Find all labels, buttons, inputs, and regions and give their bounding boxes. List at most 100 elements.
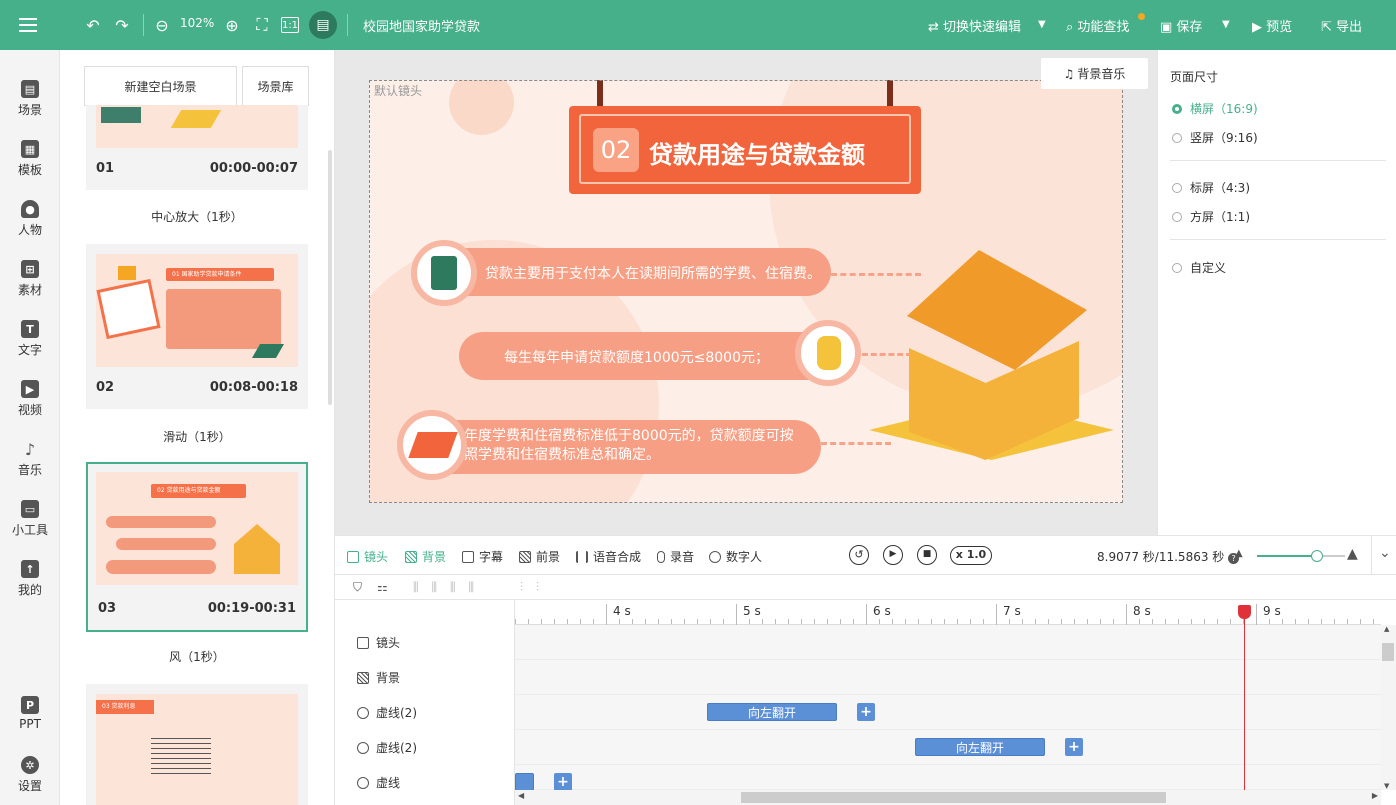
actual-size-icon[interactable]: 1:1: [281, 17, 299, 33]
track-background[interactable]: 背景: [335, 660, 515, 695]
save-label: 保存: [1176, 20, 1203, 35]
save-button[interactable]: ▣ 保存: [1160, 16, 1202, 35]
align-icons[interactable]: ⫼⫼⫼⫼: [413, 580, 487, 595]
preview-button[interactable]: ▶ 预览: [1252, 16, 1292, 35]
scene-scrollbar[interactable]: [328, 150, 332, 405]
track-dashed-line-3[interactable]: 虚线: [335, 765, 515, 800]
tts-tool[interactable]: 语音合成: [576, 548, 641, 565]
digital-human-tool[interactable]: 数字人: [709, 548, 762, 565]
divider: [143, 14, 144, 36]
radio-square[interactable]: 方屏（1:1): [1172, 208, 1250, 225]
camera-tool[interactable]: 镜头: [347, 548, 388, 565]
zoom-in-timeline-icon[interactable]: ▲: [1347, 546, 1358, 562]
stop-icon[interactable]: ■: [917, 545, 937, 565]
distribute-icons[interactable]: ⫶⫶: [520, 580, 552, 595]
clip-flip-left[interactable]: 向左翻开: [915, 738, 1045, 756]
export-button[interactable]: ⇱ 导出: [1321, 16, 1362, 35]
horizontal-scrollbar[interactable]: ◀ ▶: [515, 790, 1381, 805]
filter-icon[interactable]: ⛉: [353, 580, 362, 595]
camera-frame[interactable]: [369, 80, 1123, 503]
nav-label: 我的: [17, 583, 42, 597]
layers-icon[interactable]: ⚏: [377, 580, 388, 594]
scroll-up-icon[interactable]: ▲: [1384, 625, 1389, 633]
add-animation-button[interactable]: +: [554, 773, 572, 791]
replay-icon[interactable]: ↺: [849, 545, 869, 565]
track-camera[interactable]: 镜头: [335, 625, 515, 660]
lane-background[interactable]: [515, 660, 1381, 695]
clip-flip-left[interactable]: 向左翻开: [707, 703, 837, 721]
nav-music[interactable]: ♪ 音乐: [0, 430, 60, 486]
scene-card-01[interactable]: 01 00:00-00:07: [86, 105, 308, 190]
scene-time: 00:19-00:31: [207, 601, 296, 616]
scrollbar-thumb[interactable]: [741, 792, 1166, 803]
playhead-handle[interactable]: [1238, 605, 1251, 619]
lane-dashed-line-1[interactable]: 向左翻开 +: [515, 695, 1381, 730]
collapse-icon[interactable]: ⌄: [1379, 545, 1391, 561]
background-tool[interactable]: 背景: [405, 548, 446, 565]
clip-partial[interactable]: [515, 773, 534, 791]
slider-knob[interactable]: [1310, 550, 1323, 562]
redo-icon[interactable]: ↷: [111, 14, 133, 36]
lane-dashed-line-3[interactable]: +: [515, 765, 1381, 791]
radio-standard[interactable]: 标屏（4:3): [1172, 179, 1250, 196]
time-ruler[interactable]: 4 s 5 s 6 s 7 s 8 s 9 s: [515, 600, 1381, 626]
scrollbar-thumb[interactable]: [1382, 643, 1394, 661]
tool-label: 数字人: [726, 550, 763, 564]
find-button[interactable]: ⌕ 功能查找: [1066, 16, 1129, 35]
nav-label: 模板: [17, 163, 42, 177]
new-blank-scene-button[interactable]: 新建空白场景: [84, 66, 237, 106]
document-title[interactable]: 校园地国家助学贷款: [363, 16, 480, 35]
scene-transition[interactable]: 中心放大（1秒）: [86, 208, 308, 225]
scene-card-02[interactable]: 01 国家助学贷款申请条件 02 00:08-00:18: [86, 244, 308, 409]
add-animation-button[interactable]: +: [1065, 738, 1083, 756]
track-dashed-line-1[interactable]: 虚线(2): [335, 695, 515, 730]
nav-settings[interactable]: ✲ 设置: [0, 746, 60, 802]
record-tool[interactable]: 录音: [657, 548, 694, 565]
add-animation-button[interactable]: +: [857, 703, 875, 721]
menu-icon[interactable]: [17, 14, 39, 36]
page-size-title: 页面尺寸: [1170, 70, 1219, 84]
nav-video[interactable]: ▶ 视频: [0, 370, 60, 426]
playhead[interactable]: [1238, 605, 1251, 795]
track-dashed-line-2[interactable]: 虚线(2): [335, 730, 515, 765]
subtitle-editor-icon[interactable]: ▤: [309, 11, 337, 39]
scene-library-button[interactable]: 场景库: [242, 66, 309, 106]
nav-mine[interactable]: ↑ 我的: [0, 550, 60, 606]
radio-landscape[interactable]: 横屏（16:9): [1172, 100, 1258, 117]
scroll-down-icon[interactable]: ▼: [1384, 782, 1389, 790]
nav-scene[interactable]: ▤ 场景: [0, 70, 60, 126]
chevron-down-icon[interactable]: ▼: [1222, 19, 1230, 30]
nav-template[interactable]: ▦ 模板: [0, 130, 60, 186]
lane-dashed-line-2[interactable]: 向左翻开 +: [515, 730, 1381, 765]
foreground-tool[interactable]: 前景: [519, 548, 560, 565]
bg-music-button[interactable]: ♫ 背景音乐: [1041, 58, 1148, 89]
scene-card-03-selected[interactable]: 02 贷款用途与贷款金额 03 00:19-00:31: [86, 462, 308, 632]
scene-card-04[interactable]: 03 贷款利息: [86, 684, 308, 805]
speed-button[interactable]: x 1.0: [950, 546, 992, 565]
scene-transition[interactable]: 风（1秒）: [86, 648, 308, 665]
vertical-scrollbar[interactable]: ▲ ▼: [1381, 625, 1396, 790]
chevron-down-icon[interactable]: ▼: [1038, 19, 1046, 30]
zoom-out-icon[interactable]: ⊖: [151, 14, 173, 36]
undo-icon[interactable]: ↶: [82, 14, 104, 36]
scene-number: 02: [96, 380, 115, 395]
nav-ppt[interactable]: P PPT: [0, 686, 60, 742]
lane-camera[interactable]: [515, 625, 1381, 660]
scroll-left-icon[interactable]: ◀: [518, 791, 524, 800]
nav-material[interactable]: ⊞ 素材: [0, 250, 60, 306]
zoom-out-timeline-icon[interactable]: ▲: [1235, 548, 1243, 559]
track-label: 背景: [376, 671, 401, 685]
radio-portrait[interactable]: 竖屏（9:16): [1172, 129, 1258, 146]
subtitle-tool[interactable]: 字幕: [462, 548, 503, 565]
scene-transition[interactable]: 滑动（1秒）: [86, 428, 308, 445]
radio-custom[interactable]: 自定义: [1172, 259, 1226, 276]
nav-person[interactable]: ● 人物: [0, 190, 60, 246]
play-icon[interactable]: ▶: [883, 545, 903, 565]
nav-tools[interactable]: ▭ 小工具: [0, 490, 60, 546]
fullscreen-icon[interactable]: ⛶: [251, 14, 273, 36]
switch-edit-button[interactable]: ⇄ 切换快速编辑: [928, 16, 1021, 35]
scroll-right-icon[interactable]: ▶: [1372, 791, 1378, 800]
nav-text[interactable]: T 文字: [0, 310, 60, 366]
timeline-zoom-slider[interactable]: [1257, 550, 1345, 562]
zoom-in-icon[interactable]: ⊕: [221, 14, 243, 36]
